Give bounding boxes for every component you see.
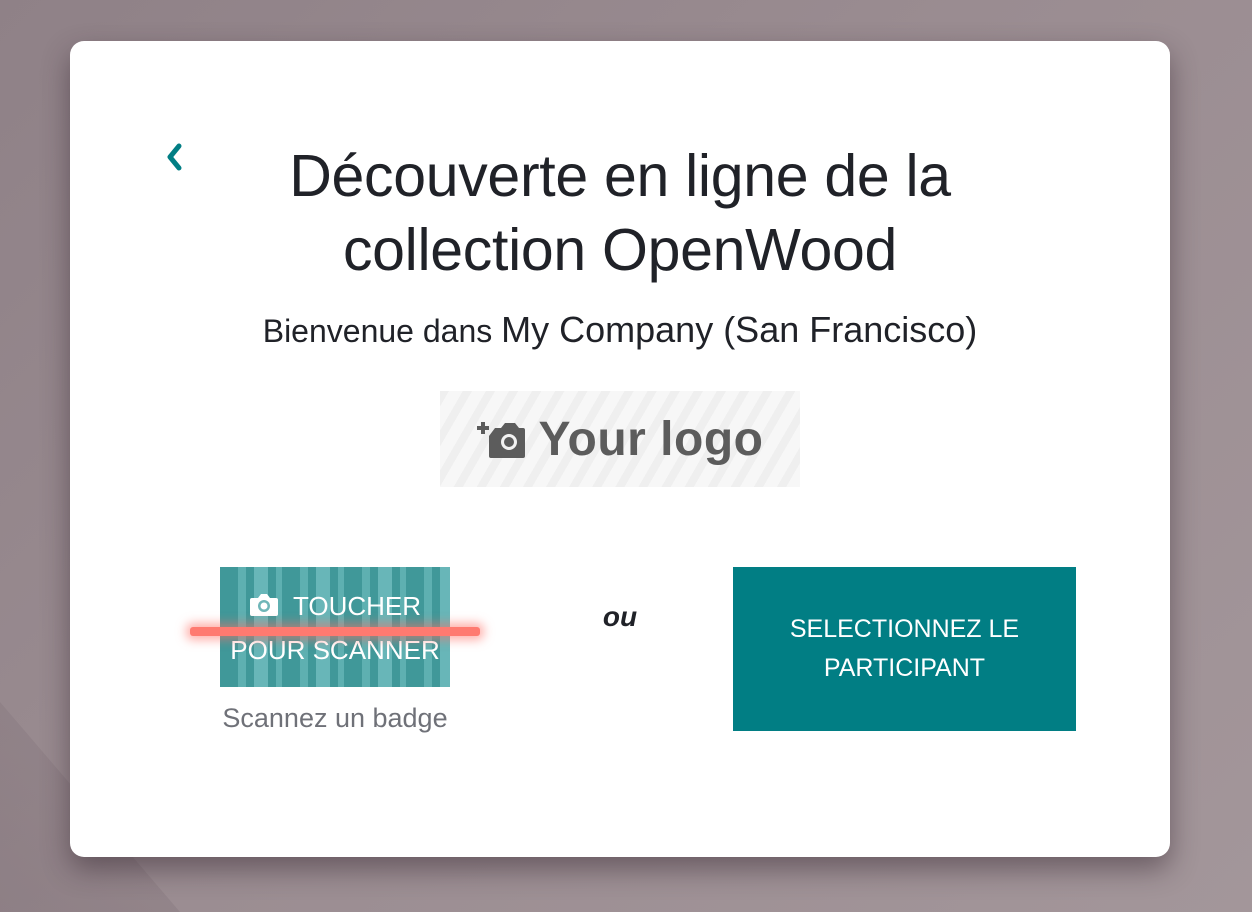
page-title: Découverte en ligne de la collection Ope… bbox=[289, 143, 951, 283]
company-logo: Your logo bbox=[440, 391, 800, 487]
scan-caption: Scannez un badge bbox=[222, 703, 448, 733]
welcome-message: Bienvenue dans My Company (San Francisco… bbox=[170, 309, 1070, 351]
select-attendee-button[interactable]: SELECTIONNEZ LE PARTICIPANT bbox=[733, 567, 1076, 731]
company-name: My Company (San Francisco) bbox=[501, 309, 978, 350]
chevron-left-icon bbox=[167, 143, 182, 171]
scan-laser-line bbox=[190, 627, 480, 636]
or-separator: ou bbox=[602, 601, 638, 632]
logo-text: Your logo bbox=[538, 412, 764, 466]
add-photo-icon bbox=[476, 422, 525, 458]
welcome-prefix: Bienvenue dans bbox=[262, 313, 493, 349]
back-button[interactable] bbox=[162, 137, 186, 177]
kiosk-card: Découverte en ligne de la collection Ope… bbox=[70, 41, 1170, 857]
camera-icon bbox=[249, 587, 279, 629]
